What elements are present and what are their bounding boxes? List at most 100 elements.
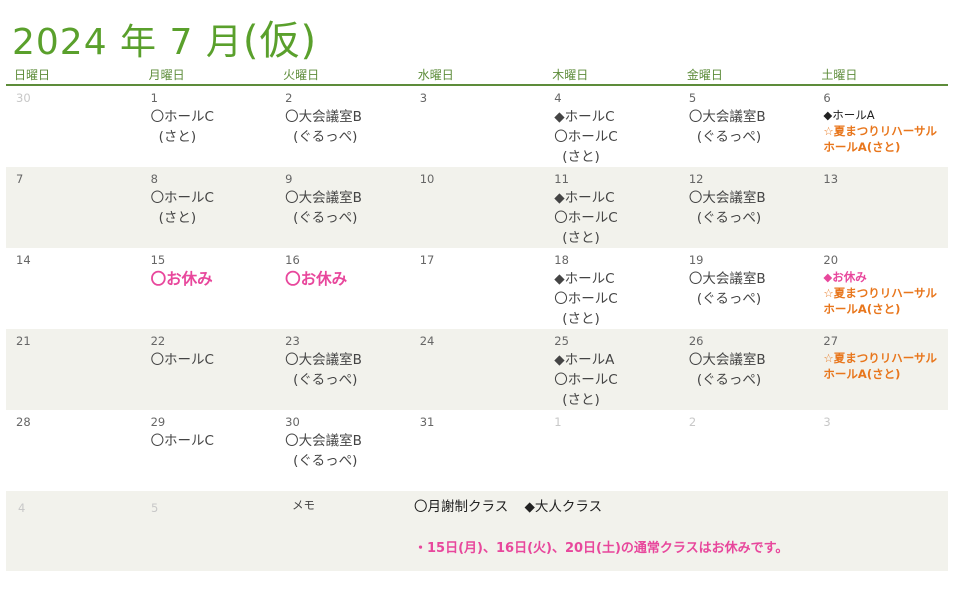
day-cell-sun[interactable]: 21: [6, 329, 141, 410]
day-cell-fri[interactable]: 5 〇大会議室B (ぐるっぺ): [679, 86, 814, 167]
day-cell-sun[interactable]: 28: [6, 410, 141, 491]
day-cell-thu[interactable]: 25 ◆ホールA 〇ホールC (さと): [544, 329, 679, 410]
day-cell-sat[interactable]: 20 ◆お休み ☆夏まつりリハーサル ホールA(さと): [813, 248, 948, 329]
legend-adult-class: ◆大人クラス: [524, 499, 603, 515]
event-entry: (さと): [562, 311, 600, 327]
day-number: 16: [285, 253, 300, 267]
event-entry: 〇大会議室B: [285, 109, 362, 125]
day-cell-fri[interactable]: 12 〇大会議室B (ぐるっぺ): [679, 167, 814, 248]
day-number: 12: [688, 172, 704, 186]
weekday-wed: 水曜日: [417, 68, 454, 82]
day-number: 23: [285, 334, 300, 348]
memo-row: 4 5 メモ 〇月謝制クラス ◆大人クラス ・15日(月)、16日(火)、20日…: [6, 491, 948, 571]
event-entry: ◆ホールA: [554, 352, 615, 368]
day-number: 3: [419, 91, 428, 105]
day-cell-sat[interactable]: 6 ◆ホールA ☆夏まつりリハーサル ホールA(さと): [813, 86, 948, 167]
event-entry: (ぐるっぺ): [696, 291, 762, 307]
day-number: 8: [150, 172, 158, 186]
day-number: 5: [688, 91, 697, 105]
day-cell-sat[interactable]: 27 ☆夏まつりリハーサル ホールA(さと): [813, 329, 948, 410]
day-number: 21: [16, 334, 31, 348]
event-entry: 〇大会議室B: [285, 190, 362, 206]
calendar: 日曜日 月曜日 火曜日 水曜日 木曜日 金曜日 土曜日 30 1 〇ホールC (さと)…: [6, 62, 948, 571]
event-entry: 〇大会議室B: [688, 352, 766, 368]
event-entry: 〇大会議室B: [285, 433, 362, 449]
weekday-thu: 木曜日: [552, 68, 589, 82]
weekday-tue: 火曜日: [283, 68, 320, 82]
event-entry: (さと): [562, 392, 600, 408]
day-cell-mon[interactable]: 29 〇ホールC: [141, 410, 276, 491]
day-cell-sat[interactable]: 13: [813, 167, 948, 248]
day-number: 27: [823, 334, 839, 348]
day-cell-thu[interactable]: 4 ◆ホールC 〇ホールC (さと): [544, 86, 679, 167]
event-entry: (ぐるっぺ): [696, 129, 762, 145]
event-entry: 〇大会議室B: [285, 352, 362, 368]
weekday-sat: 土曜日: [821, 68, 858, 82]
day-cell-mon[interactable]: 8 〇ホールC (さと): [141, 167, 276, 248]
day-cell-sun[interactable]: 30: [6, 86, 141, 167]
event-entry: (さと): [158, 129, 197, 145]
day-cell-wed[interactable]: 31: [410, 410, 545, 491]
event-entry: ホールA(さと): [823, 140, 901, 154]
event-entry: 〇ホールC: [554, 210, 618, 226]
day-cell-tue[interactable]: 2 〇大会議室B (ぐるっぺ): [275, 86, 410, 167]
day-number: 9: [285, 172, 293, 186]
event-entry: 〇お休み: [150, 270, 213, 288]
event-entry: ◆ホールC: [554, 271, 615, 287]
event-entry: 〇ホールC: [554, 372, 618, 388]
day-number: 18: [554, 253, 569, 267]
day-number: 5: [151, 501, 159, 515]
day-cell-thu[interactable]: 1: [544, 410, 679, 491]
day-cell-thu[interactable]: 11 ◆ホールC 〇ホールC (さと): [544, 167, 679, 248]
day-number: 22: [150, 334, 166, 348]
day-cell-thu[interactable]: 18 ◆ホールC 〇ホールC (さと): [544, 248, 679, 329]
event-entry: (ぐるっぺ): [293, 129, 358, 145]
event-entry: ◆ホールC: [554, 109, 615, 125]
memo-label: メモ: [292, 498, 315, 512]
event-entry: 〇ホールC: [150, 352, 214, 368]
day-cell-tue[interactable]: 16 〇お休み: [275, 248, 410, 329]
event-entry: ◆ホールC: [554, 190, 615, 206]
event-entry: 〇大会議室B: [688, 109, 766, 125]
day-number: 6: [823, 91, 831, 105]
day-cell-fri[interactable]: 26 〇大会議室B (ぐるっぺ): [679, 329, 814, 410]
day-number: 4: [18, 501, 26, 515]
day-cell-wed[interactable]: 24: [410, 329, 545, 410]
day-cell-fri[interactable]: 19 〇大会議室B (ぐるっぺ): [679, 248, 814, 329]
day-number: 10: [419, 172, 435, 186]
day-cell-sun[interactable]: 14: [6, 248, 141, 329]
legend-monthly-class: 〇月謝制クラス: [414, 499, 509, 515]
event-entry: (ぐるっぺ): [293, 372, 358, 388]
weekday-sun: 日曜日: [14, 68, 51, 82]
day-cell-sun[interactable]: 7: [6, 167, 141, 248]
day-number: 13: [823, 172, 839, 186]
day-cell-mon[interactable]: 22 〇ホールC: [141, 329, 276, 410]
day-cell-fri[interactable]: 2: [679, 410, 814, 491]
day-cell-sat[interactable]: 3: [813, 410, 948, 491]
title-suffix: (仮): [242, 18, 318, 64]
event-entry: 〇ホールC: [554, 129, 618, 145]
day-cell-mon[interactable]: 15 〇お休み: [141, 248, 276, 329]
event-entry: ◆お休み: [823, 270, 867, 284]
day-cell-mon[interactable]: 1 〇ホールC (さと): [141, 86, 276, 167]
event-entry: (さと): [562, 149, 600, 165]
day-cell-wed[interactable]: 3: [410, 86, 545, 167]
day-cell-wed[interactable]: 10: [410, 167, 545, 248]
calendar-week: 28 29 〇ホールC 30 〇大会議室B (ぐるっぺ) 31 1 2 3: [6, 410, 948, 491]
event-entry: 〇ホールC: [554, 291, 618, 307]
day-number: 25: [554, 334, 569, 348]
day-number: 3: [823, 415, 831, 429]
day-cell-tue[interactable]: 30 〇大会議室B (ぐるっぺ): [275, 410, 410, 491]
day-number: 15: [150, 253, 166, 267]
day-cell-tue[interactable]: 9 〇大会議室B (ぐるっぺ): [275, 167, 410, 248]
day-number: 20: [823, 253, 839, 267]
day-cell-wed[interactable]: 17: [410, 248, 545, 329]
event-entry: ホールA(さと): [823, 367, 901, 381]
day-cell-tue[interactable]: 23 〇大会議室B (ぐるっぺ): [275, 329, 410, 410]
event-entry: ☆夏まつりリハーサル: [823, 351, 938, 365]
event-entry: 〇大会議室B: [688, 190, 766, 206]
day-number: 1: [554, 415, 562, 429]
calendar-week: 30 1 〇ホールC (さと) 2 〇大会議室B (ぐるっぺ) 3 4 ◆ホールC 〇ホールC (さと…: [6, 86, 948, 167]
weekday-mon: 月曜日: [148, 68, 185, 82]
event-entry: ☆夏まつりリハーサル: [823, 286, 938, 300]
